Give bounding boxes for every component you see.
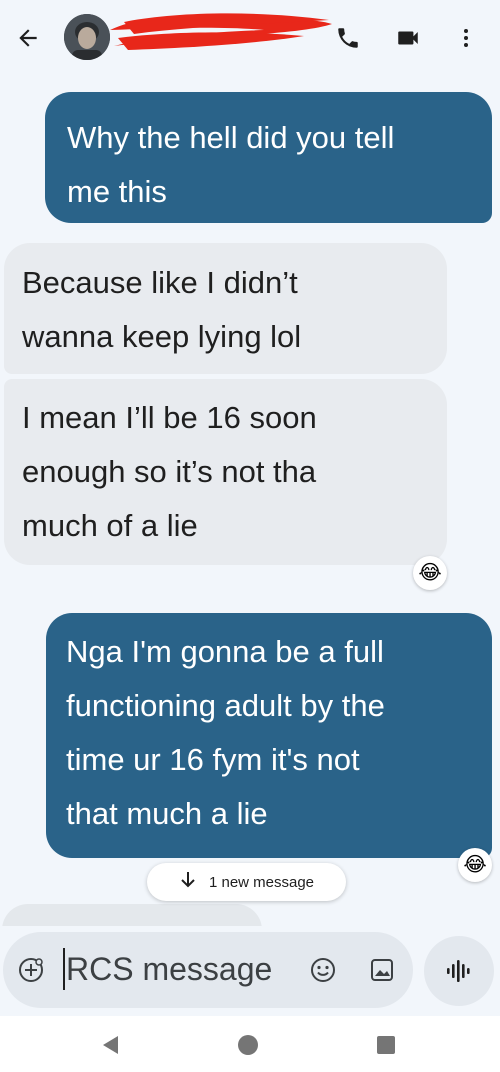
message-line: me this (67, 174, 167, 209)
partially-hidden-message (2, 904, 262, 926)
add-circle-icon[interactable] (17, 956, 45, 984)
message-thread: Why the hell did you tell me this Becaus… (0, 76, 500, 926)
received-message[interactable]: I mean I’ll be 16 soon enough so it’s no… (4, 379, 447, 565)
phone-icon[interactable] (330, 20, 366, 56)
nav-back-icon[interactable] (97, 1032, 123, 1058)
message-line: much of a lie (22, 508, 198, 543)
top-app-bar (0, 0, 500, 76)
system-navigation-bar (0, 1016, 500, 1072)
sent-message[interactable]: Why the hell did you tell me this (45, 92, 492, 223)
message-input[interactable]: RCS message (3, 932, 413, 1008)
message-line: Why the hell did you tell (67, 120, 395, 155)
compose-bar: RCS message (0, 926, 500, 1022)
reaction-emoji: 😂 (418, 562, 442, 584)
nav-recents-icon[interactable] (373, 1032, 399, 1058)
sent-message[interactable]: Nga I'm gonna be a full functioning adul… (46, 613, 492, 858)
emoji-icon[interactable] (308, 955, 338, 985)
message-line: time ur 16 fym it's not (66, 742, 360, 777)
more-vertical-icon[interactable] (448, 20, 484, 56)
new-message-pill[interactable]: 1 new message (147, 863, 346, 901)
message-line: functioning adult by the (66, 688, 385, 723)
message-line: Nga I'm gonna be a full (66, 634, 384, 669)
contact-name-redaction (104, 8, 336, 54)
message-line: enough so it’s not tha (22, 454, 317, 489)
arrow-back-icon[interactable] (10, 20, 46, 56)
nav-home-icon[interactable] (235, 1032, 261, 1058)
laughing-reaction-icon[interactable]: 😂 (458, 848, 492, 882)
new-message-label: 1 new message (208, 873, 315, 891)
video-call-icon[interactable] (390, 20, 426, 56)
laughing-reaction-icon[interactable]: 😂 (413, 556, 447, 590)
arrow-down-icon (179, 870, 197, 894)
reaction-emoji: 😂 (463, 854, 487, 876)
gallery-icon[interactable] (367, 955, 397, 985)
message-placeholder: RCS message (66, 951, 273, 987)
received-message[interactable]: Because like I didn’t wanna keep lying l… (4, 243, 447, 374)
message-line: that much a lie (66, 796, 268, 831)
text-cursor (63, 948, 65, 990)
message-line: wanna keep lying lol (22, 319, 302, 354)
message-line: Because like I didn’t (22, 265, 298, 300)
message-line: I mean I’ll be 16 soon (22, 400, 317, 435)
voice-waveform-icon[interactable] (424, 936, 494, 1006)
